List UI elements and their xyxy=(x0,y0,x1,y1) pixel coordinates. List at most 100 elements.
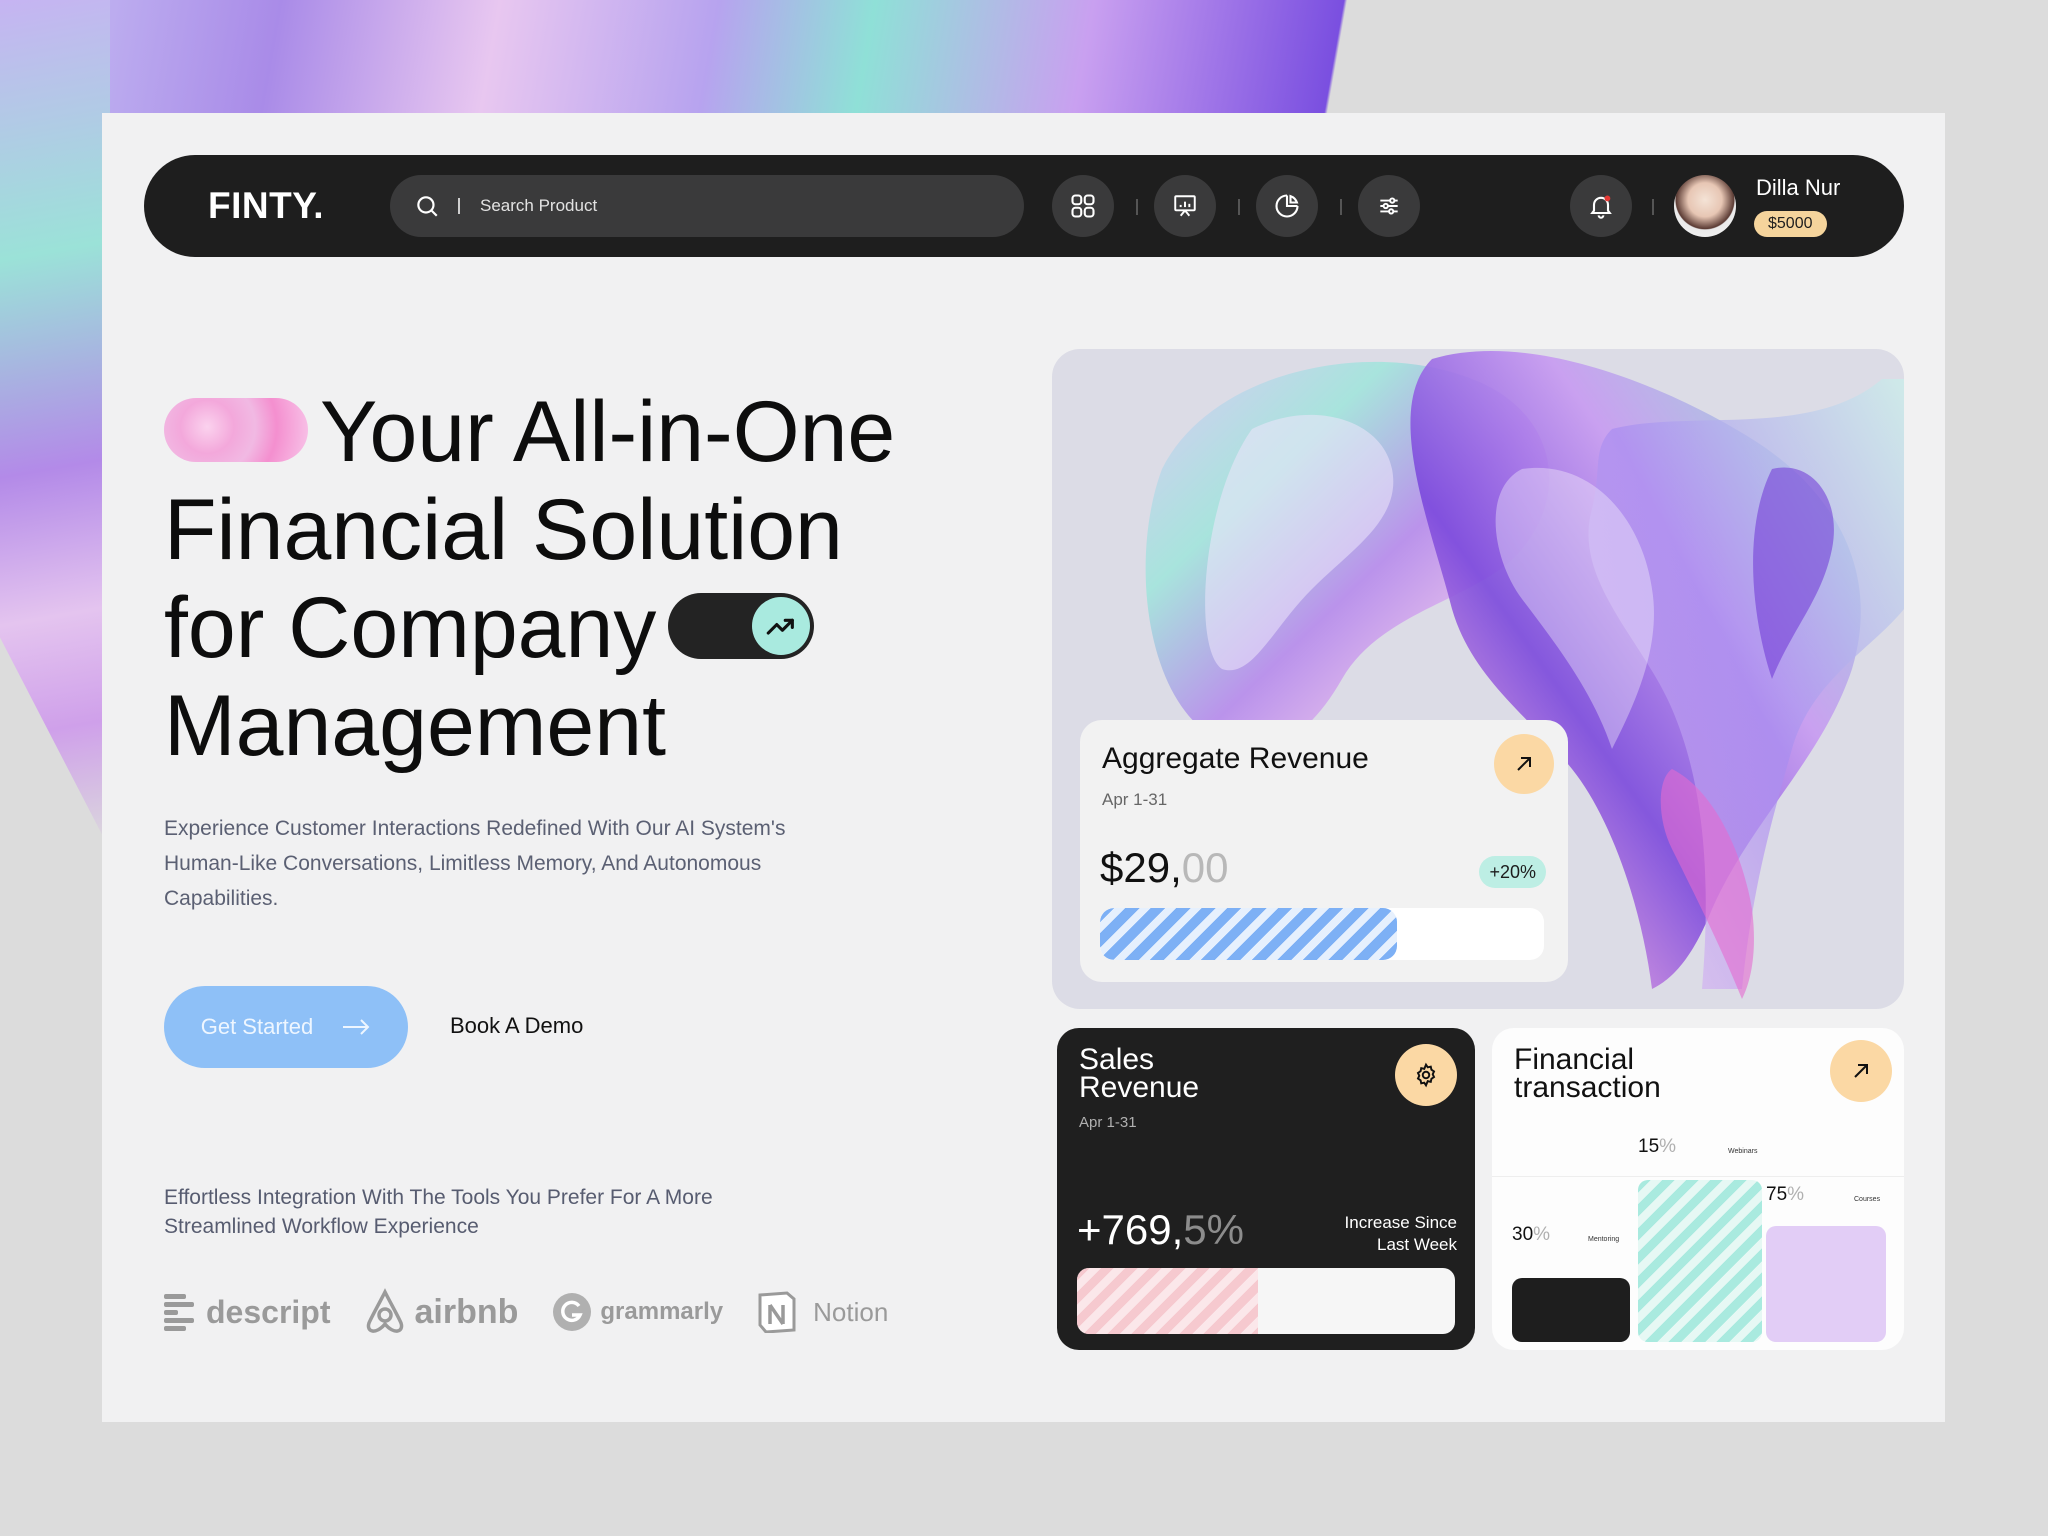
pct-sign: % xyxy=(1659,1136,1677,1157)
dashboard-button[interactable] xyxy=(1052,175,1114,237)
hero-title-line-4: Management xyxy=(164,678,666,774)
presentation-chart-icon xyxy=(1174,195,1196,217)
trend-knob xyxy=(752,597,811,656)
analytics-button[interactable] xyxy=(1256,175,1318,237)
pie-chart-icon xyxy=(1275,194,1299,218)
background-holo-top xyxy=(0,0,1540,130)
grid-icon xyxy=(1071,194,1095,218)
aggregate-revenue-title: Aggregate Revenue xyxy=(1102,742,1369,775)
background-holo-left xyxy=(0,0,110,850)
brand-notion: Notion xyxy=(757,1291,888,1333)
pct-value: 75 xyxy=(1766,1184,1788,1205)
arrow-up-right-icon xyxy=(1854,1064,1868,1078)
nav-divider xyxy=(1340,199,1342,215)
note-line-2: Last Week xyxy=(1376,1235,1457,1254)
webinars-label: Webinars xyxy=(1728,1148,1758,1155)
mentoring-percent: 30% xyxy=(1512,1224,1550,1246)
bell-icon xyxy=(1590,195,1612,219)
brand-name: descript xyxy=(206,1293,331,1330)
sales-revenue-date: Apr 1-31 xyxy=(1079,1114,1137,1131)
hero-title-line-2: Financial Solution xyxy=(164,482,843,578)
top-navbar: FINTY. Dilla Nur $5000 xyxy=(144,155,1904,257)
courses-bar xyxy=(1766,1226,1886,1342)
sales-revenue-note: Increase Since Last Week xyxy=(1345,1212,1457,1256)
brand-grammarly: grammarly xyxy=(552,1292,723,1332)
trend-toggle xyxy=(668,593,815,660)
hero-title: Your All-in-One Financial Solution for C… xyxy=(164,383,1024,775)
user-name: Dilla Nur xyxy=(1756,175,1841,200)
pct-sign: % xyxy=(1787,1184,1805,1205)
sales-revenue-title: Sales Revenue xyxy=(1079,1045,1200,1104)
notifications-button[interactable] xyxy=(1570,175,1632,237)
aggregate-revenue-card[interactable]: Aggregate Revenue Apr 1-31 $29,00 +20% xyxy=(1080,720,1568,982)
arrow-right-icon xyxy=(343,1019,370,1035)
divider-line xyxy=(1492,1176,1904,1177)
nav-divider xyxy=(1652,199,1654,215)
sliders-icon xyxy=(1380,197,1398,215)
change-badge: +20% xyxy=(1479,856,1546,888)
sales-settings-button[interactable] xyxy=(1395,1044,1457,1106)
hero-title-line-1: Your All-in-One xyxy=(320,384,896,480)
value-decimal: 00 xyxy=(1181,844,1229,891)
brand-name: Notion xyxy=(813,1296,889,1327)
grammarly-logo-icon xyxy=(553,1293,592,1331)
progress-fill xyxy=(1100,908,1398,960)
user-balance-badge: $5000 xyxy=(1754,211,1827,237)
filters-button[interactable] xyxy=(1358,175,1420,237)
nav-divider xyxy=(1238,199,1240,215)
presentation-button[interactable] xyxy=(1154,175,1216,237)
descript-logo-icon xyxy=(164,1294,194,1331)
value-decimal: 5% xyxy=(1183,1206,1244,1253)
brand-name: grammarly xyxy=(600,1298,724,1325)
search-input[interactable] xyxy=(480,196,900,216)
search-bar[interactable] xyxy=(390,175,1024,237)
value-main: $29, xyxy=(1100,844,1182,891)
integration-text: Effortless Integration With The Tools Yo… xyxy=(164,1186,713,1238)
sales-revenue-value: +769,5% xyxy=(1077,1206,1244,1254)
title-line-2: Revenue xyxy=(1079,1071,1200,1104)
decorative-pink-pill xyxy=(164,398,308,463)
webinars-percent: 15% xyxy=(1638,1136,1676,1158)
brand-logos: descript airbnb grammarly Notion xyxy=(164,1288,922,1336)
sales-revenue-card[interactable]: Sales Revenue Apr 1-31 +769,5% Increase S… xyxy=(1057,1028,1475,1350)
landing-page: FINTY. Dilla Nur $5000 Your All-i xyxy=(102,113,1945,1422)
financial-transaction-title: Financial transaction xyxy=(1514,1045,1661,1104)
trending-up-icon xyxy=(767,619,795,635)
gear-icon xyxy=(1416,1062,1436,1088)
aggregate-revenue-open-button[interactable] xyxy=(1494,734,1554,794)
pct-value: 30 xyxy=(1512,1224,1534,1245)
aggregate-revenue-progress xyxy=(1100,908,1544,960)
courses-percent: 75% xyxy=(1766,1184,1804,1206)
hero-description: Experience Customer Interactions Redefin… xyxy=(164,817,786,910)
get-started-button[interactable]: Get Started xyxy=(164,986,408,1068)
get-started-label: Get Started xyxy=(200,1014,314,1039)
arrow-up-right-icon xyxy=(1517,757,1531,771)
brand-logo[interactable]: FINTY. xyxy=(208,185,324,227)
brand-descript: descript xyxy=(164,1292,330,1332)
notion-logo-icon xyxy=(758,1291,796,1333)
hero-title-line-3: for Company xyxy=(164,580,657,676)
airbnb-logo-icon xyxy=(367,1288,404,1333)
title-line-2: transaction xyxy=(1514,1071,1661,1104)
value-main: +769, xyxy=(1077,1206,1184,1253)
pct-value: 15 xyxy=(1638,1136,1660,1157)
progress-fill xyxy=(1077,1268,1259,1334)
search-icon xyxy=(417,196,438,217)
webinars-bar xyxy=(1638,1180,1762,1342)
sales-revenue-progress xyxy=(1077,1268,1455,1334)
mentoring-label: Mentoring xyxy=(1588,1236,1620,1243)
financial-transaction-open-button[interactable] xyxy=(1830,1040,1892,1102)
note-line-1: Increase Since xyxy=(1344,1213,1457,1232)
mentoring-bar xyxy=(1512,1278,1630,1342)
nav-divider xyxy=(1136,199,1138,215)
book-demo-link[interactable]: Book A Demo xyxy=(450,1013,583,1039)
aggregate-revenue-date: Apr 1-31 xyxy=(1102,790,1168,809)
search-divider xyxy=(458,198,460,214)
financial-transaction-card[interactable]: Financial transaction 30% Mentoring 15% W… xyxy=(1492,1028,1904,1350)
courses-label: Courses xyxy=(1854,1196,1881,1203)
brand-name: airbnb xyxy=(414,1292,519,1331)
pct-sign: % xyxy=(1533,1224,1551,1245)
user-avatar[interactable] xyxy=(1674,175,1736,237)
aggregate-revenue-value: $29,00 xyxy=(1100,844,1228,892)
brand-airbnb: airbnb xyxy=(364,1288,518,1336)
